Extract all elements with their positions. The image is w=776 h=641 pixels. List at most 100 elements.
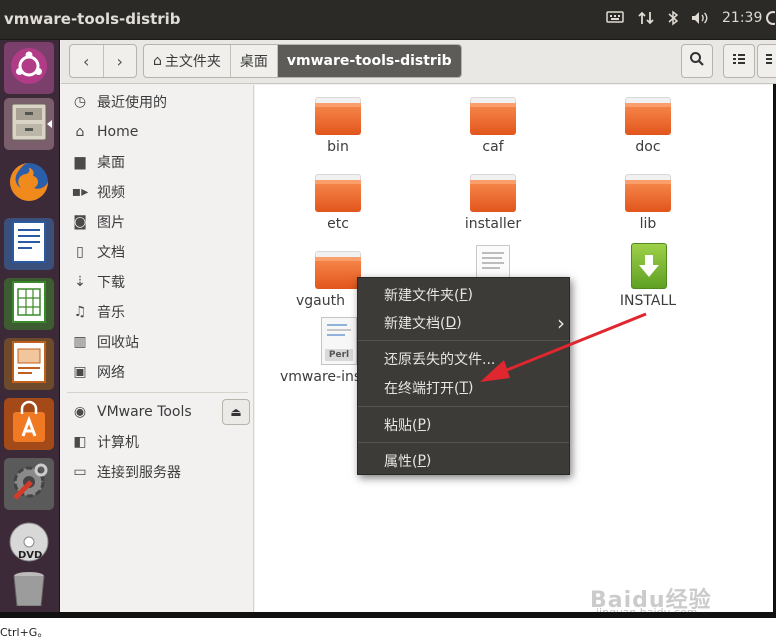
- download-icon: ⇣: [74, 274, 86, 290]
- file-item-bin[interactable]: bin: [278, 85, 398, 157]
- clock[interactable]: 21:39: [722, 10, 762, 26]
- file-item-installer[interactable]: installer: [433, 162, 553, 234]
- music-icon: ♫: [73, 304, 87, 320]
- trash-icon: ▥: [73, 334, 87, 350]
- back-button[interactable]: ‹: [70, 45, 103, 77]
- folder-icon: [470, 97, 516, 135]
- more-button[interactable]: [757, 44, 776, 78]
- folder-icon: [625, 174, 671, 212]
- breadcrumb-desktop[interactable]: 桌面: [231, 45, 278, 77]
- screenshot-frame: vmware-tools-distrib 21:39 DVD ‹ › ⌂ 主文件…: [0, 0, 776, 641]
- folder-icon: [315, 97, 361, 135]
- sidebar-divider: [67, 392, 248, 393]
- breadcrumb-current[interactable]: vmware-tools-distrib: [277, 45, 461, 77]
- gear-icon[interactable]: [765, 10, 776, 30]
- search-icon: [689, 51, 705, 71]
- launcher-calc[interactable]: [4, 278, 54, 330]
- annotation-arrow: [480, 312, 647, 382]
- menu-item-paste[interactable]: 粘贴(P): [358, 411, 571, 439]
- forward-button[interactable]: ›: [102, 45, 137, 77]
- search-button[interactable]: [681, 44, 713, 78]
- network-arrows-icon[interactable]: [638, 10, 654, 30]
- sidebar-item-desktop[interactable]: ▆ 桌面: [61, 147, 254, 177]
- sidebar: ◷ 最近使用的 ⌂ Home ▆ 桌面 ▪▸ 视频 ◙ 图片 ▯ 文档 ⇣ 下载…: [61, 85, 254, 612]
- camera-icon: ◙: [73, 214, 87, 230]
- perl-badge: Perl: [325, 349, 353, 361]
- calc-icon: [11, 280, 47, 328]
- toolbar: ‹ › ⌂ 主文件夹 桌面 vmware-tools-distrib: [61, 40, 776, 84]
- top-panel: vmware-tools-distrib 21:39: [0, 0, 776, 40]
- menu-icon: [764, 52, 772, 70]
- launcher-dvd[interactable]: DVD: [4, 518, 54, 570]
- sidebar-item-downloads[interactable]: ⇣ 下载: [61, 267, 254, 297]
- clock-icon: ◷: [73, 94, 87, 110]
- breadcrumb: ⌂ 主文件夹 桌面 vmware-tools-distrib: [143, 44, 462, 78]
- menu-separator: [358, 406, 569, 407]
- window-title: vmware-tools-distrib: [4, 10, 181, 28]
- launcher-impress[interactable]: [4, 338, 54, 390]
- computer-icon: ◧: [73, 434, 87, 450]
- home-icon: ⌂: [75, 124, 85, 140]
- folder-icon: [470, 174, 516, 212]
- sidebar-item-connect-server[interactable]: ▭ 连接到服务器: [61, 457, 254, 487]
- sidebar-item-music[interactable]: ♫ 音乐: [61, 297, 254, 327]
- shopping-bag-icon: [9, 400, 49, 448]
- sidebar-item-videos[interactable]: ▪▸ 视频: [61, 177, 254, 207]
- menu-separator: [358, 442, 569, 443]
- status-text: Ctrl+G。: [0, 626, 49, 639]
- home-icon: ⌂: [153, 53, 162, 69]
- launcher-writer[interactable]: [4, 218, 54, 270]
- sidebar-item-documents[interactable]: ▯ 文档: [61, 237, 254, 267]
- sidebar-item-network[interactable]: ▣ 网络: [61, 357, 254, 387]
- file-item-lib[interactable]: lib: [588, 162, 708, 234]
- impress-icon: [11, 340, 47, 388]
- breadcrumb-home[interactable]: ⌂ 主文件夹: [144, 45, 231, 77]
- file-cabinet-icon: [8, 100, 50, 148]
- sidebar-item-computer[interactable]: ◧ 计算机: [61, 427, 254, 457]
- eject-button[interactable]: ⏏: [222, 399, 250, 425]
- ubuntu-logo-icon: [9, 46, 49, 90]
- document-icon: ▯: [76, 244, 84, 260]
- file-item-doc[interactable]: doc: [588, 85, 708, 157]
- svg-text:DVD: DVD: [18, 550, 42, 561]
- launcher-dash[interactable]: [4, 42, 54, 94]
- launcher: DVD: [0, 40, 60, 612]
- launcher-firefox[interactable]: [4, 158, 54, 210]
- sidebar-item-recent[interactable]: ◷ 最近使用的: [61, 87, 254, 117]
- launcher-settings[interactable]: [4, 458, 54, 510]
- sidebar-item-pictures[interactable]: ◙ 图片: [61, 207, 254, 237]
- folder-icon: [625, 97, 671, 135]
- menu-item-new-folder[interactable]: 新建文件夹(F): [358, 281, 571, 309]
- folder-icon: [315, 251, 361, 289]
- bluetooth-icon[interactable]: [667, 10, 679, 30]
- view-button[interactable]: [723, 44, 755, 78]
- launcher-trash[interactable]: [4, 570, 54, 610]
- sidebar-item-trash[interactable]: ▥ 回收站: [61, 327, 254, 357]
- folder-icon: [315, 174, 361, 212]
- trash-icon: [9, 570, 49, 610]
- sidebar-item-vmware-tools[interactable]: ◉ VMware Tools ⏏: [61, 397, 254, 427]
- keyboard-icon[interactable]: [606, 10, 624, 28]
- video-icon: ▪▸: [71, 184, 89, 200]
- writer-icon: [11, 220, 47, 268]
- server-icon: ▭: [73, 464, 87, 480]
- disc-icon: ◉: [73, 404, 87, 420]
- file-item-etc[interactable]: etc: [278, 162, 398, 234]
- file-item-install[interactable]: INSTALL: [588, 239, 708, 311]
- dvd-icon: DVD: [7, 520, 51, 568]
- status-bar: Ctrl+G。: [0, 612, 776, 641]
- sidebar-item-home[interactable]: ⌂ Home: [61, 117, 254, 147]
- firefox-icon: [7, 160, 51, 208]
- install-download-icon: [631, 243, 667, 289]
- speaker-icon[interactable]: [690, 10, 710, 30]
- desktop-folder-icon: ▆: [74, 154, 86, 170]
- wrench-gear-icon: [7, 460, 51, 508]
- network-icon: ▣: [73, 364, 87, 380]
- launcher-files[interactable]: [4, 98, 54, 150]
- perl-script-icon: Perl: [321, 317, 357, 365]
- file-item-caf[interactable]: caf: [433, 85, 553, 157]
- list-view-icon: [732, 52, 746, 70]
- launcher-software-center[interactable]: [4, 398, 54, 450]
- navigation-group: ‹ ›: [69, 44, 137, 78]
- menu-item-properties[interactable]: 属性(P): [358, 447, 571, 475]
